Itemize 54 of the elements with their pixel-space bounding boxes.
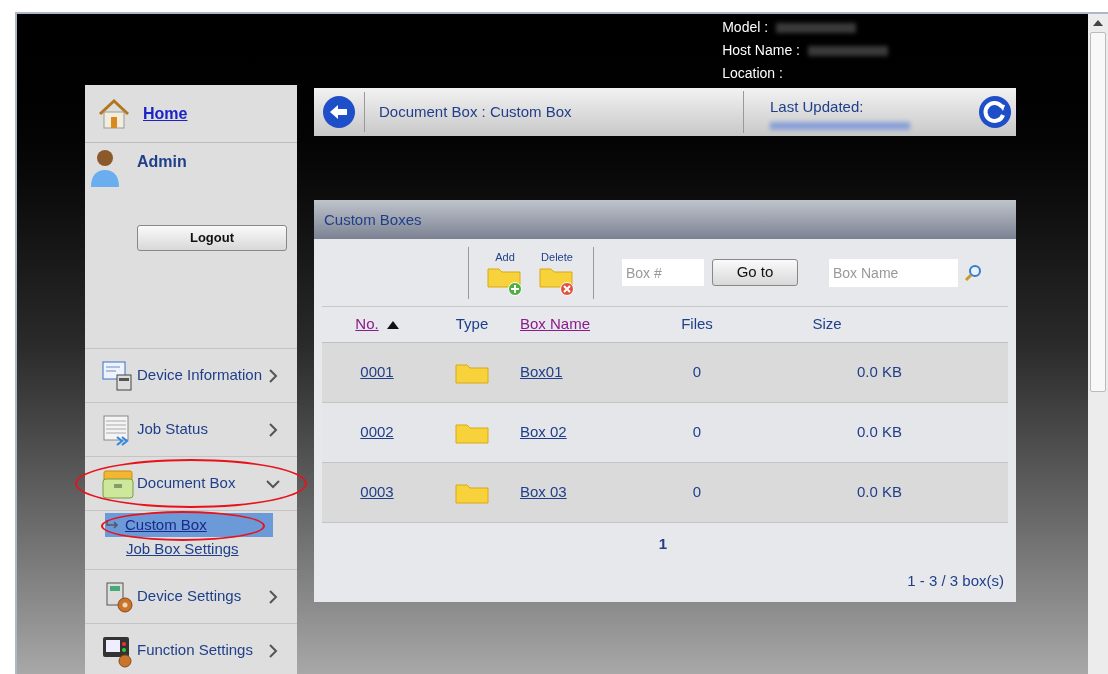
folder-icon (455, 361, 489, 384)
box-number-link[interactable]: 0002 (360, 421, 394, 444)
search-icon[interactable] (964, 263, 982, 282)
folder-icon (455, 421, 489, 444)
user-avatar-icon (89, 147, 121, 187)
box-count: 1 - 3 / 3 box(s) (907, 570, 1004, 591)
add-button[interactable]: Add (487, 249, 523, 296)
last-updated-label: Last Updated: (770, 96, 865, 117)
page-number: 1 (658, 534, 668, 554)
column-header: Size (812, 314, 842, 335)
column-header-link[interactable]: Box Name (520, 313, 591, 336)
files-cell-text: 0 (692, 422, 702, 443)
box-link[interactable]: Box01 (520, 363, 563, 381)
nav-item[interactable]: Device Settings (137, 585, 265, 608)
column-header: Type (455, 314, 489, 335)
breadcrumb-path: Document Box : Custom Box (379, 101, 573, 122)
sort-ascending-icon[interactable] (386, 320, 399, 329)
refresh-icon[interactable] (978, 95, 1012, 129)
size-cell-text: 0.0 KB (856, 362, 902, 383)
column-header-link[interactable]: No. (355, 313, 379, 336)
arrow-icon (105, 520, 121, 530)
home-link[interactable]: Home (143, 101, 188, 126)
box-link[interactable]: Box 02 (520, 423, 567, 441)
size-cell-text: 0.0 KB (856, 422, 902, 443)
logout-button[interactable]: Logout (137, 225, 287, 251)
nav-item[interactable]: Document Box (137, 472, 265, 495)
user-name: Admin (137, 152, 187, 172)
nav-item[interactable]: Device Information (137, 364, 265, 387)
submenu-link[interactable]: Custom Box (105, 513, 273, 537)
panel-title: Custom Boxes (324, 210, 422, 231)
files-cell-text: 0 (692, 482, 702, 503)
submenu-link[interactable]: Job Box Settings (105, 537, 273, 561)
delete-button[interactable]: Delete (539, 249, 575, 296)
monitor-printer-icon (101, 358, 135, 393)
go-to-button[interactable]: Go to (712, 259, 798, 286)
box-number-link[interactable]: 0003 (360, 481, 394, 504)
info-label: Location : (722, 64, 783, 83)
box-name-field[interactable]: Box Name (829, 258, 958, 287)
delete-folder-icon[interactable] (539, 265, 575, 296)
files-cell-text: 0 (692, 362, 702, 383)
house-icon (97, 96, 131, 131)
column-header: Files (681, 314, 713, 335)
nav-item[interactable]: Function Settings (137, 639, 265, 662)
nav-item[interactable]: Job Status (137, 418, 265, 441)
scroll-thumb[interactable] (1090, 32, 1106, 392)
size-cell-text: 0.0 KB (856, 482, 902, 503)
add-folder-icon[interactable] (487, 265, 523, 296)
box-number-field[interactable]: Box # (622, 259, 704, 286)
box-number-link[interactable]: 0001 (360, 361, 394, 384)
box-link[interactable]: Box 03 (520, 483, 567, 501)
info-label: Host Name : (722, 41, 800, 60)
folder-icon (455, 481, 489, 504)
scroll-up-arrow-icon[interactable] (1093, 20, 1103, 26)
info-label: Model : (722, 18, 769, 37)
